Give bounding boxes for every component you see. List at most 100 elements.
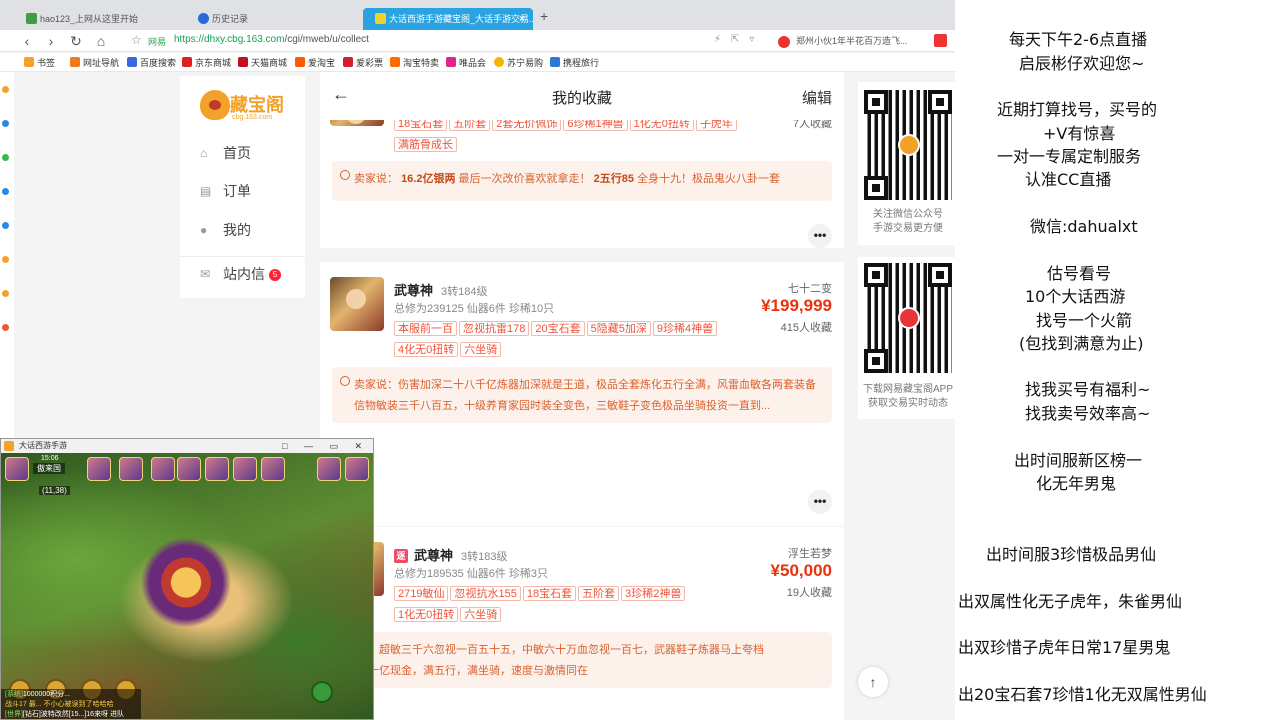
- url-scheme: https://: [174, 34, 205, 45]
- role-level: 3转183级: [461, 551, 508, 563]
- sidebar-item-messages[interactable]: ✉ 站内信 5: [200, 263, 281, 285]
- team-portrait[interactable]: [261, 457, 285, 481]
- qr-logo-icon: [898, 307, 920, 329]
- bookmark-item[interactable]: 淘宝特卖: [390, 56, 439, 69]
- sidebar-item-orders[interactable]: ▤ 订单: [200, 180, 251, 202]
- team-portrait[interactable]: [233, 457, 257, 481]
- team-portrait[interactable]: [151, 457, 175, 481]
- back-nav-icon[interactable]: ‹: [18, 32, 36, 50]
- game-chat[interactable]: [系统]1000000积分... 战斗17 最... 不小心被误到了哈哈哈 [世…: [1, 689, 141, 719]
- team-portrait[interactable]: [205, 457, 229, 481]
- more-icon[interactable]: •••: [808, 490, 832, 514]
- history-tab-icon: [198, 13, 209, 24]
- sidebar-item-label: 站内信: [223, 266, 265, 282]
- url-input[interactable]: https://dhxy.cbg.163.com/cgi/mweb/u/coll…: [174, 34, 369, 45]
- tool-dot-icon[interactable]: [2, 120, 9, 127]
- qr-caption-line: 下载网易藏宝阁APP: [862, 384, 953, 395]
- search-engine-icon: [778, 36, 790, 48]
- listing-card[interactable]: 逐武尊神 3转183级 总修为189535 仙器6件 珍稀3只 浮生若梦 ¥50,…: [320, 527, 844, 720]
- address-bar: ‹ › ↻ ⌂ ☆ 网易 https://dhxy.cbg.163.com/cg…: [0, 30, 955, 52]
- tab-close-icon[interactable]: ×: [519, 8, 525, 30]
- site-icon: [70, 57, 80, 67]
- tool-dot-icon[interactable]: [2, 256, 9, 263]
- bookmark-item[interactable]: 网址导航: [70, 56, 119, 69]
- back-to-top-icon[interactable]: ↑: [858, 667, 888, 697]
- pet-portrait[interactable]: [345, 457, 369, 481]
- qr-finder: [928, 263, 952, 287]
- bookmark-label: 爱淘宝: [308, 58, 336, 68]
- stream-line: 出20宝石套7珍惜1化无双属性男仙: [958, 685, 1207, 704]
- chat-channel: [系统]: [5, 691, 23, 698]
- edit-button[interactable]: 编辑: [802, 87, 832, 108]
- bookmark-label: 书签: [37, 58, 56, 68]
- favorite-count: 19人收藏: [786, 587, 832, 599]
- player-portrait[interactable]: [5, 457, 29, 481]
- stream-line: 化无年男鬼: [1036, 474, 1117, 493]
- bookmark-item[interactable]: 京东商城: [182, 56, 231, 69]
- tool-dot-icon[interactable]: [2, 86, 9, 93]
- bookmark-item[interactable]: 携程旅行: [550, 56, 599, 69]
- wechat-qr-panel: 关注微信公众号 手游交易更方便: [858, 82, 955, 245]
- tool-dot-icon[interactable]: [2, 324, 9, 331]
- team-portrait[interactable]: [119, 457, 143, 481]
- chat-line: [系统]1000000积分...: [5, 690, 137, 700]
- tool-dot-icon[interactable]: [2, 222, 9, 229]
- sidebar-item-home[interactable]: ⌂ 首页: [200, 142, 251, 164]
- stream-line: 启辰彬仔欢迎您~: [1019, 54, 1145, 73]
- tag: 六坐骑: [460, 607, 502, 622]
- bookmark-item[interactable]: 百度搜索: [127, 56, 176, 69]
- new-tab-icon[interactable]: +: [540, 8, 548, 24]
- tab-history[interactable]: 历史记录: [186, 8, 361, 30]
- stream-line: (包找到满意为止): [1019, 334, 1144, 353]
- extension-icon[interactable]: [934, 34, 947, 47]
- more-icon[interactable]: •••: [808, 224, 832, 248]
- forward-nav-icon[interactable]: ›: [42, 32, 60, 50]
- window-controls-icon[interactable]: □ — ▭ ✕: [282, 439, 369, 453]
- bookmark-item[interactable]: 苏宁易购: [494, 56, 543, 69]
- bookmark-label: 爱彩票: [356, 58, 384, 68]
- tab-hao123[interactable]: hao123_上网从这里开始: [14, 8, 184, 30]
- plus-icon[interactable]: [311, 681, 333, 703]
- pet-portrait[interactable]: [317, 457, 341, 481]
- tab-title: 历史记录: [212, 14, 249, 24]
- qr-logo-icon: [898, 134, 920, 156]
- reload-icon[interactable]: ↻: [67, 32, 85, 50]
- stream-line: 找号一个火箭: [1036, 311, 1133, 330]
- cbg-tab-icon: [375, 13, 386, 24]
- address-tools-icons[interactable]: ⚡⇱▿: [714, 34, 764, 45]
- tab-cbg-active[interactable]: 大话西游手游藏宝阁_大话手游交易... ×: [363, 8, 533, 30]
- game-app-icon: [4, 441, 14, 451]
- game-scene[interactable]: 15:06 傲来国 (11,38) [系统]1000000积分... 战斗17 …: [1, 453, 373, 719]
- bookmark-star-icon[interactable]: ☆: [131, 33, 142, 47]
- sidebar: 藏宝阁 cbg.163.com ⌂ 首页 ▤ 订单 ● 我的 ✉ 站内信 5: [180, 76, 305, 298]
- bookmark-item[interactable]: 爱淘宝: [295, 56, 335, 69]
- tag-list: 2719敏仙 忽视抗水155 18宝石套 五阶套 3珍稀2神兽 1化无0扭转 六坐骑: [394, 584, 754, 626]
- qr-caption: 下载网易藏宝阁APP 获取交易实时动态: [858, 383, 955, 411]
- bookmark-item[interactable]: 爱彩票: [343, 56, 383, 69]
- bookmark-item[interactable]: 天猫商城: [238, 56, 287, 69]
- chat-text: 1000000积分...: [22, 691, 70, 698]
- tool-dot-icon[interactable]: [2, 290, 9, 297]
- search-hint-box[interactable]: 郑州小伙1年半花百万造飞...: [778, 33, 923, 49]
- chat-channel: [世界]: [5, 711, 23, 718]
- bookmark-item[interactable]: 唯品会: [446, 56, 486, 69]
- bookmark-item[interactable]: 书签: [24, 56, 55, 69]
- game-window[interactable]: 大话西游手游 □ — ▭ ✕ 15:06 傲来国 (11,38) [系统]100…: [0, 438, 374, 720]
- sidebar-item-mine[interactable]: ● 我的: [200, 219, 251, 241]
- role-name-text: 武尊神: [414, 548, 454, 563]
- listing-card[interactable]: 武尊神 3转184级 总修为239125 仙器6件 珍稀10只 七十二变 ¥199…: [320, 262, 844, 512]
- seller-remark-text: 带三十亿现金，满五行，满坐骑，速度与激情同在: [346, 665, 588, 677]
- page-title: 我的收藏: [551, 90, 612, 107]
- tag: 18宝石套: [522, 586, 577, 601]
- cbg-logo[interactable]: 藏宝阁 cbg.163.com: [200, 88, 295, 128]
- sidebar-item-label: 订单: [223, 183, 251, 199]
- bookmarks-bar: 书签 网址导航 百度搜索 京东商城 天猫商城 爱淘宝 爱彩票 淘宝特卖 唯品会 …: [0, 53, 955, 72]
- stream-line: 10个大话西游: [1025, 287, 1126, 306]
- buff-icon[interactable]: [87, 457, 111, 481]
- tool-dot-icon[interactable]: [2, 188, 9, 195]
- home-nav-icon[interactable]: ⌂: [92, 32, 110, 50]
- player-character[interactable]: [131, 533, 241, 643]
- tool-dot-icon[interactable]: [2, 154, 9, 161]
- team-portrait[interactable]: [177, 457, 201, 481]
- sidebar-divider: [180, 256, 305, 257]
